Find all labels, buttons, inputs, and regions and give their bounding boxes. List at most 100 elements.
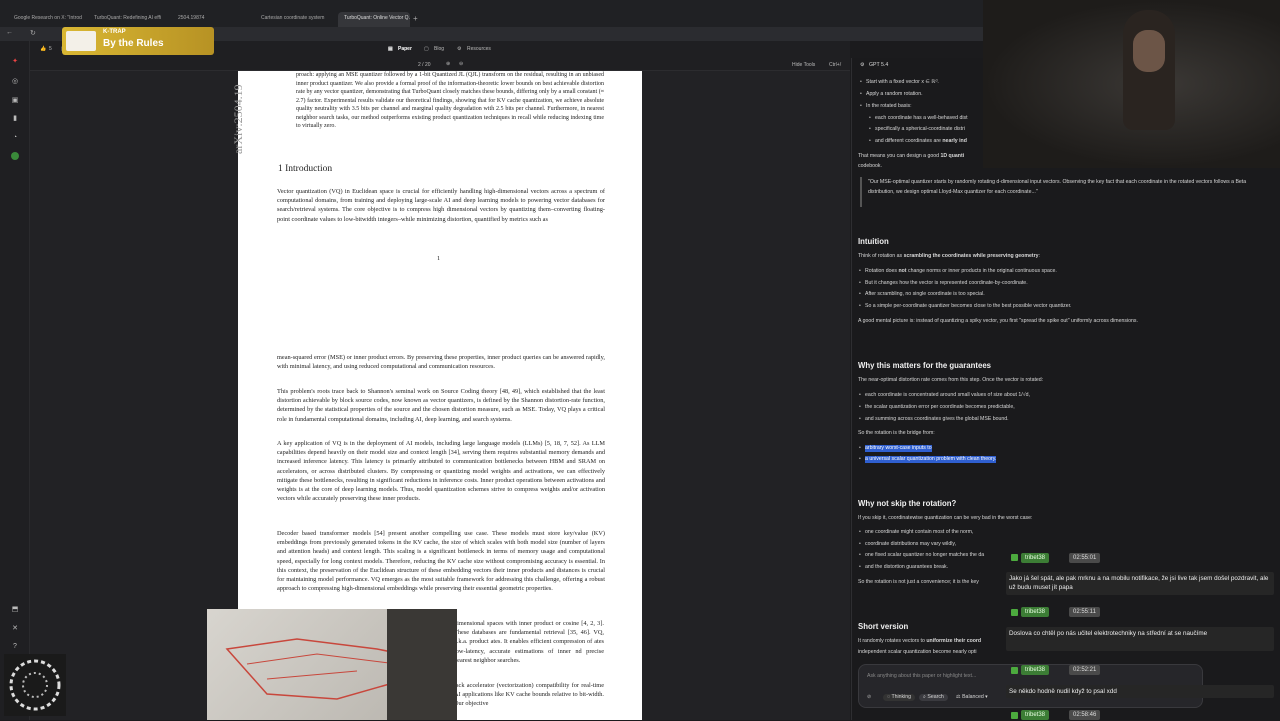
hide-tools-shortcut: Ctrl+/ xyxy=(829,62,842,68)
chat-line: After scrambling, no single coordinate i… xyxy=(859,291,985,298)
highlighted-line[interactable]: arbitrary worst-case inputs to xyxy=(859,445,932,452)
paragraph: Vector quantization (VQ) in Euclidean sp… xyxy=(277,188,605,223)
tab-paper-icon: ▤ xyxy=(388,46,393,52)
model-icon: ⚙ xyxy=(860,62,865,68)
chat-timestamp: 02:58:46 xyxy=(1069,710,1101,720)
chat-line: one coordinate might contain most of the… xyxy=(859,529,973,536)
like-icon[interactable]: 👍 xyxy=(40,46,46,52)
banner-logo-icon xyxy=(66,31,96,51)
quote-block: "Our MSE-optimal quantizer starts by ran… xyxy=(860,177,1265,207)
paragraph: mean-squared error (MSE) or inner produc… xyxy=(277,354,605,371)
tab-blog[interactable]: Blog xyxy=(434,46,444,52)
streamer-webcam xyxy=(983,0,1280,168)
section-title: 1 Introduction xyxy=(278,164,333,174)
chat-line: Rotation does not change norms or inner … xyxy=(859,268,1057,275)
chat-line: The near-optimal distortion rate comes f… xyxy=(858,377,1044,383)
chat-message: Doslova co chtěl po nás učitel elektrote… xyxy=(1006,627,1274,651)
search-button[interactable]: ⌕ Search xyxy=(919,694,948,701)
chat-line: independent scalar quantization become n… xyxy=(858,649,977,655)
zoom-in-icon[interactable]: ⊕ xyxy=(446,61,450,67)
badge-icon xyxy=(1011,667,1018,674)
reload-icon[interactable]: ↻ xyxy=(30,29,36,37)
streamer-avatar xyxy=(4,654,66,716)
chat-line: and summing across coordinates gives the… xyxy=(859,416,1009,423)
tab-resources-icon: ⚙ xyxy=(457,46,462,52)
logo-icon: ✦ xyxy=(12,58,18,65)
settings-icon[interactable]: ✕ xyxy=(11,625,19,633)
compass-icon[interactable]: ◎ xyxy=(11,78,19,86)
browser-tab[interactable]: TurboQuant: Redefining AI effi xyxy=(88,12,168,27)
chat-line: Apply a random rotation. xyxy=(860,91,922,98)
browser-tab[interactable]: 2504.19874 xyxy=(172,12,250,27)
heading-skip: Why not skip the rotation? xyxy=(858,499,957,508)
chat-username: tribet38 xyxy=(1021,710,1050,720)
arxiv-stamp: arXiv:2504.19 xyxy=(231,84,245,154)
download-icon[interactable]: ⬒ xyxy=(11,606,19,614)
bell-icon[interactable]: ◔ xyxy=(11,134,19,142)
page-number: 1 xyxy=(437,255,441,262)
chat-line: specifically a spherical-coordinate dist… xyxy=(869,126,965,133)
badge-icon xyxy=(1011,554,1018,561)
help-icon[interactable]: ? xyxy=(11,643,19,651)
highlighted-line[interactable]: a universal scalar quantization problem … xyxy=(859,456,997,463)
paragraph: lack accelerator (vectorization) compati… xyxy=(454,682,604,708)
left-sidebar: ✦ ◎ ▣ ▮ ◔ ⬒ ✕ ? xyxy=(0,41,30,720)
chat-line: So a simple per-coordinate quantizer bec… xyxy=(859,303,1071,310)
paragraph: Decoder based transformer models [54] pr… xyxy=(277,530,605,593)
chat-line: the scalar quantization error per coordi… xyxy=(859,404,1015,411)
paragraph: A key application of VQ is in the deploy… xyxy=(277,440,605,503)
abstract-text: proach: applying an MSE quantizer follow… xyxy=(296,72,604,129)
home-icon[interactable]: ▣ xyxy=(11,97,19,105)
chat-line: So the rotation is not just a convenienc… xyxy=(858,579,979,585)
hand-camera xyxy=(207,609,457,720)
balanced-dropdown[interactable]: ⚖ Balanced ▾ xyxy=(952,694,992,701)
chat-line: That means you can design a good 1D quan… xyxy=(858,153,965,159)
sketch-drawing xyxy=(225,609,457,720)
chat-line: But it changes how the vector is represe… xyxy=(859,280,1028,287)
heading-guarantees: Why this matters for the guarantees xyxy=(858,361,992,370)
heading-intuition: Intuition xyxy=(858,237,889,246)
chat-line: In the rotated basis: xyxy=(860,103,912,110)
face-shape xyxy=(1133,30,1165,72)
new-tab-button[interactable]: + xyxy=(413,14,418,23)
tab-resources[interactable]: Resources xyxy=(467,46,491,52)
chat-timestamp: 02:55:01 xyxy=(1069,553,1101,563)
page-indicator: 2 / 20 xyxy=(418,62,431,68)
status-icon[interactable] xyxy=(11,152,19,160)
hide-tools-button[interactable]: Hide Tools xyxy=(792,62,815,68)
paragraph: This problem's roots trace back to Shann… xyxy=(277,388,605,423)
chat-line: codebook. xyxy=(858,163,882,169)
thinking-button[interactable]: ◌ Thinking xyxy=(883,694,916,701)
ask-input[interactable]: Ask anything about this paper or highlig… xyxy=(867,673,976,680)
chat-line: If you skip it, coordinatewise quantizat… xyxy=(858,515,1033,521)
chat-message: Jako já šel spát, ale pak mrknu a na mob… xyxy=(1006,572,1274,595)
chat-username: tribet38 xyxy=(1021,553,1050,563)
badge-icon xyxy=(1011,609,1018,616)
back-icon[interactable]: ← xyxy=(6,29,13,36)
chat-line: and different coordinates are nearly ind xyxy=(869,138,967,145)
avatar-pattern xyxy=(9,659,61,711)
chat-message: Se někdo hodně nudil když to psal xdd xyxy=(1006,685,1274,698)
chat-line: Start with a fixed vector x ∈ ℝᵈ. xyxy=(860,79,939,86)
chat-line: each coordinate has a well-behaved dist xyxy=(869,115,968,122)
badge-icon xyxy=(1011,712,1018,719)
heading-short-version: Short version xyxy=(858,622,909,631)
bookmark-icon[interactable]: ▮ xyxy=(11,115,19,123)
model-selector[interactable]: GPT 5.4 xyxy=(869,62,888,69)
attach-icon[interactable]: ⊘ xyxy=(867,694,871,701)
chat-line: So the rotation is the bridge from: xyxy=(858,430,935,436)
browser-tab[interactable]: Google Research on X: "Introd xyxy=(8,12,84,27)
zoom-out-icon[interactable]: ⊖ xyxy=(459,61,463,67)
chat-line: and the distortion guarantees break. xyxy=(859,564,948,571)
banner-subtitle: By the Rules xyxy=(103,38,164,49)
chat-line: A good mental picture is: instead of qua… xyxy=(858,318,1138,324)
browser-tab-active[interactable]: TurboQuant: Online Vector Q... xyxy=(338,12,410,27)
tab-paper[interactable]: Paper xyxy=(398,46,412,52)
chat-line: Think of rotation as scrambling the coor… xyxy=(858,253,1040,259)
chat-username: tribet38 xyxy=(1021,607,1050,617)
chat-line: each coordinate is concentrated around s… xyxy=(859,392,1030,399)
chevron-down-icon: ▾ xyxy=(983,694,988,700)
like-count: 5 xyxy=(49,46,52,52)
browser-tab[interactable]: Cartesian coordinate system xyxy=(255,12,335,27)
paragraph: dimensional spaces with inner product or… xyxy=(454,620,604,664)
